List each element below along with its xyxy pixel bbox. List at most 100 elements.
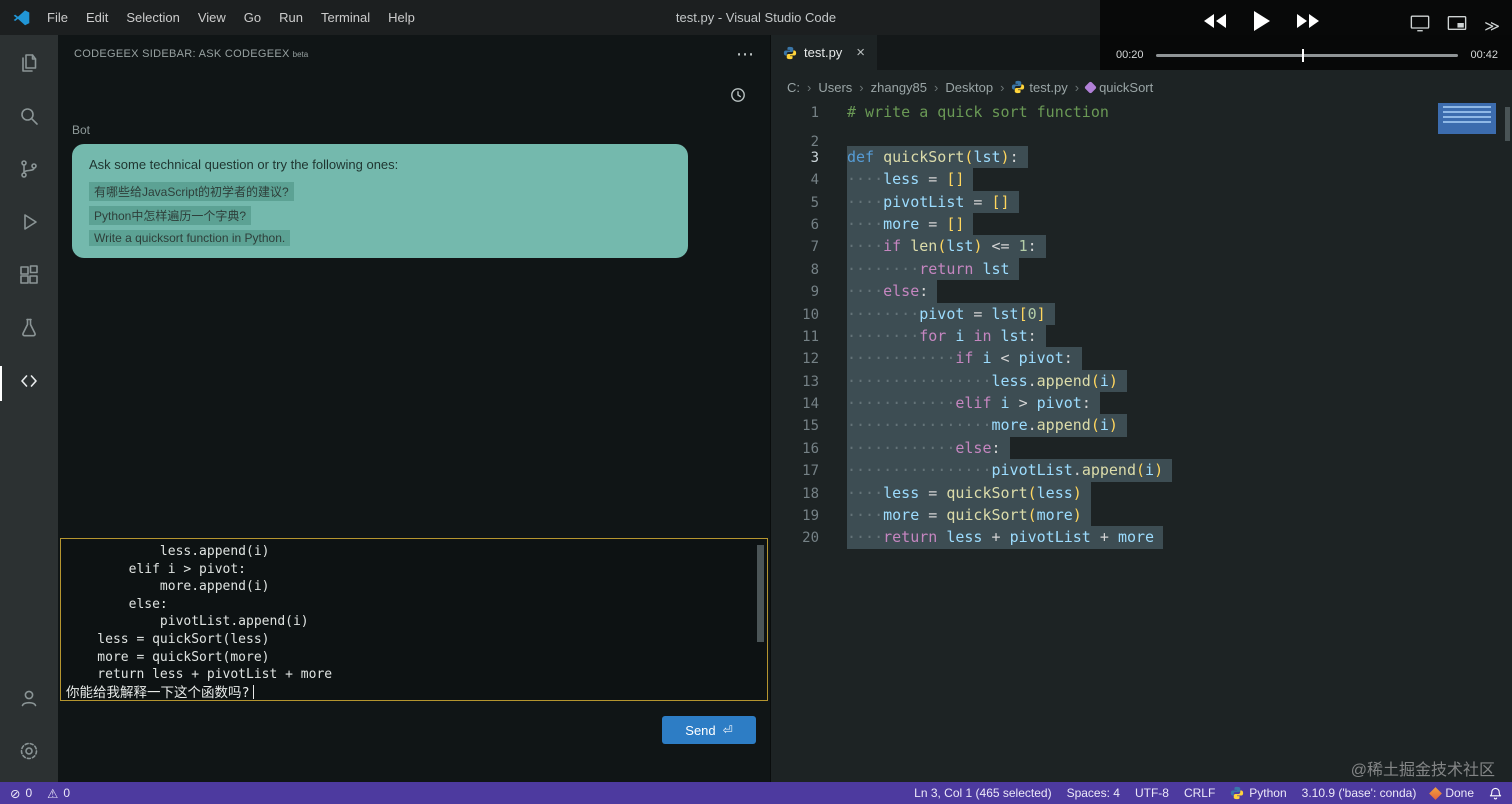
run-debug-icon xyxy=(17,210,41,239)
code-line[interactable]: 16 ············else: xyxy=(771,437,1512,459)
history-clock-icon[interactable] xyxy=(730,87,746,103)
breadcrumb: C:›Users›zhangy85›Desktop› test.py›quick… xyxy=(771,75,1512,99)
send-button[interactable]: Send ⏎ xyxy=(662,716,756,744)
breadcrumb-label: zhangy85 xyxy=(871,80,927,95)
line-number: 11 xyxy=(771,326,819,348)
more-actions-icon[interactable]: ⋯ xyxy=(736,49,754,59)
status-errors[interactable]: ⊘0 xyxy=(10,786,32,801)
menu-view[interactable]: View xyxy=(189,0,235,35)
prompt-code-line: less.append(i) xyxy=(66,543,761,561)
line-number: 9 xyxy=(771,281,819,303)
prompt-scrollbar[interactable] xyxy=(757,545,764,642)
status-text: Ln 3, Col 1 (465 selected) xyxy=(914,786,1051,800)
breadcrumb-item[interactable]: test.py xyxy=(1011,80,1067,95)
code-line-text: ····pivotList = [] xyxy=(847,191,1019,213)
status-warnings[interactable]: ⚠0 xyxy=(47,786,70,801)
activity-testing[interactable] xyxy=(0,304,58,357)
suggestion-chip-3[interactable]: Write a quicksort function in Python. xyxy=(89,230,290,246)
video-playhead[interactable] xyxy=(1302,49,1305,62)
menu-go[interactable]: Go xyxy=(235,0,270,35)
code-line[interactable]: 18····less = quickSort(less) xyxy=(771,482,1512,504)
code-line[interactable]: 13················less.append(i) xyxy=(771,370,1512,392)
suggestion-chip-1[interactable]: 有哪些给JavaScript的初学者的建议? xyxy=(89,182,294,201)
menu-run[interactable]: Run xyxy=(270,0,312,35)
line-number: 4 xyxy=(771,169,819,191)
picture-in-picture-icon[interactable] xyxy=(1447,13,1467,38)
display-icon[interactable] xyxy=(1410,13,1430,38)
code-line[interactable]: 2 xyxy=(771,123,1512,145)
activity-extensions[interactable] xyxy=(0,251,58,304)
extensions-icon xyxy=(17,263,41,292)
status-indentation[interactable]: Spaces: 4 xyxy=(1067,786,1120,800)
fast-forward-icon[interactable] xyxy=(1296,13,1320,29)
prompt-input[interactable]: less.append(i) elif i > pivot: more.appe… xyxy=(60,538,768,701)
vscode-window: FileEditSelectionViewGoRunTerminalHelp t… xyxy=(0,0,1512,804)
menu-terminal[interactable]: Terminal xyxy=(312,0,379,35)
breadcrumb-item[interactable]: Users xyxy=(818,80,852,95)
status-language-python[interactable]: Python xyxy=(1230,786,1286,800)
activity-explorer[interactable] xyxy=(0,39,58,92)
enter-key-icon: ⏎ xyxy=(723,723,733,737)
python-file-icon xyxy=(783,46,797,60)
code-line[interactable]: 8········return lst xyxy=(771,258,1512,280)
code-line[interactable]: 12············if i < pivot: xyxy=(771,347,1512,369)
code-line[interactable]: 15················more.append(i) xyxy=(771,414,1512,436)
workbench: CODEGEEX SIDEBAR: ASK CODEGEEX beta ⋯ Bo… xyxy=(0,35,1512,782)
activity-source-control[interactable] xyxy=(0,145,58,198)
menu-selection[interactable]: Selection xyxy=(117,0,188,35)
suggestion-chip-2[interactable]: Python中怎样遍历一个字典? xyxy=(89,206,251,225)
code-line-text: ····return less + pivotList + more xyxy=(847,526,1163,548)
activity-accounts[interactable] xyxy=(0,674,58,727)
activity-codegeex[interactable] xyxy=(0,357,58,410)
search-icon xyxy=(17,104,41,133)
double-chevron-right-icon[interactable]: ≫ xyxy=(1484,17,1500,35)
breadcrumb-item[interactable]: Desktop xyxy=(945,80,993,95)
code-line-text: # write a quick sort function xyxy=(847,101,1109,123)
code-line-text: ····more = [] xyxy=(847,213,973,235)
code-line[interactable]: 9····else: xyxy=(771,280,1512,302)
breadcrumb-item[interactable]: zhangy85 xyxy=(871,80,927,95)
code-line[interactable]: 19····more = quickSort(more) xyxy=(771,504,1512,526)
line-number: 7 xyxy=(771,236,819,258)
status-left: ⊘0 ⚠0 xyxy=(10,786,70,801)
play-icon[interactable] xyxy=(1253,11,1270,31)
code-line[interactable]: 11········for i in lst: xyxy=(771,325,1512,347)
editor-scrollbar[interactable] xyxy=(1505,107,1510,141)
status-codegeex-done[interactable]: Done xyxy=(1431,786,1474,800)
code-line[interactable]: 3def quickSort(lst): xyxy=(771,146,1512,168)
code-line[interactable]: 6····more = [] xyxy=(771,213,1512,235)
tab-test-py[interactable]: test.py × xyxy=(771,35,877,70)
code-line[interactable]: 1# write a quick sort function xyxy=(771,101,1512,123)
breadcrumb-item[interactable]: quickSort xyxy=(1086,80,1153,95)
status-notifications[interactable] xyxy=(1489,787,1502,800)
code-line[interactable]: 10········pivot = lst[0] xyxy=(771,303,1512,325)
video-seekbar[interactable] xyxy=(1156,54,1459,57)
activity-search[interactable] xyxy=(0,92,58,145)
code-line-text: ············else: xyxy=(847,437,1010,459)
code-line[interactable]: 17················pivotList.append(i) xyxy=(771,459,1512,481)
menu-help[interactable]: Help xyxy=(379,0,424,35)
activity-settings[interactable] xyxy=(0,727,58,780)
line-number: 16 xyxy=(771,438,819,460)
code-line[interactable]: 14············elif i > pivot: xyxy=(771,392,1512,414)
status-cursor-position[interactable]: Ln 3, Col 1 (465 selected) xyxy=(914,786,1051,800)
code-line[interactable]: 5····pivotList = [] xyxy=(771,191,1512,213)
rewind-icon[interactable] xyxy=(1203,13,1227,29)
code-editor[interactable]: 1# write a quick sort function23def quic… xyxy=(771,101,1512,549)
code-line[interactable]: 20····return less + pivotList + more xyxy=(771,526,1512,548)
code-line[interactable]: 7····if len(lst) <= 1: xyxy=(771,235,1512,257)
minimap[interactable] xyxy=(1438,103,1496,213)
breadcrumb-item[interactable]: C: xyxy=(787,80,800,95)
prompt-question-line: 你能给我解释一下这个函数吗? xyxy=(66,684,761,701)
close-icon[interactable]: × xyxy=(856,44,865,61)
status-encoding[interactable]: UTF-8 xyxy=(1135,786,1169,800)
breadcrumb-label: C: xyxy=(787,80,800,95)
activity-run-and-debug[interactable] xyxy=(0,198,58,251)
code-line[interactable]: 4····less = [] xyxy=(771,168,1512,190)
status-python-interpreter[interactable]: 3.10.9 ('base': conda) xyxy=(1302,786,1417,800)
menu-bar: FileEditSelectionViewGoRunTerminalHelp xyxy=(38,0,424,35)
menu-edit[interactable]: Edit xyxy=(77,0,117,35)
status-eol[interactable]: CRLF xyxy=(1184,786,1215,800)
menu-file[interactable]: File xyxy=(38,0,77,35)
line-number: 14 xyxy=(771,393,819,415)
